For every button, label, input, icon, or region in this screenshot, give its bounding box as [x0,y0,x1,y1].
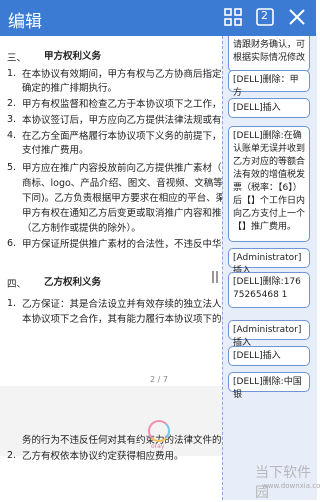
grid-icon[interactable] [222,6,244,28]
item-number: 1. [7,298,17,309]
doc-line: 在本协议有效期间，甲方有权与乙方协商后指定推 [22,69,232,80]
doc-line: 甲方有权在通知乙方后变更或取消推广内容和推广排期 [22,208,251,219]
close-icon[interactable] [286,6,308,28]
doc-line: 甲方应在推广内容投放前向乙方提供推广素材（包括 [22,163,241,174]
doc-line: 甲方有权监督和检查乙方于本协议项下之工作，并 [22,99,232,110]
page-count-label: 2 [261,9,268,22]
doc-line: 在乙方全面严格履行本协议项下义务的前提下，甲方 [22,131,241,142]
comment-card[interactable]: [DELL]插入 [228,346,310,366]
comment-card[interactable]: [DELL]插入 [228,98,310,118]
comment-text: [DELL]删除：甲方 [233,75,299,98]
section-heading: 甲方权利义务 [44,51,102,62]
spinner-label: oray [151,443,165,450]
panel-drag-handle[interactable] [212,268,218,283]
section-number: 三、 [7,53,27,64]
doc-line: 确定的推广排期执行。 [22,83,118,94]
doc-line: 乙方保证：其是合法设立并有效存续的独立法人，有 [22,299,241,310]
doc-line: 下同)。乙方负责根据甲方要求在相应的平台、渠道、 [22,193,245,204]
doc-line: 甲方保证所提供推广素材的合法性，不违反中华人民 [22,239,241,250]
section-number: 四、 [7,279,27,290]
comment-card[interactable]: [DELL]删除:中国银 [228,372,310,400]
item-number: 2. [7,98,17,109]
comment-card[interactable]: [DELL]删除：甲方 [228,70,310,98]
comment-card[interactable]: 请跟财务确认，可根据实际情况修改 [228,36,310,72]
page-title: 编辑 [8,12,42,32]
item-number: 5. [7,162,17,173]
item-number: 1. [7,68,17,79]
comment-card[interactable]: [Administrator]插入 [228,320,310,348]
item-number: 3. [7,114,17,125]
watermark-url: www.downxia.com [262,482,320,490]
comment-text: [DELL]插入 [233,351,281,361]
loading-spinner-icon [148,420,170,442]
comment-text: [DELL]删除:在确认账单无误并收到乙方对应的等额合法有效的增值税发票（税率：… [233,131,306,232]
doc-line: 本协议签订后，甲方应向乙方提供法律法规或有关部 [22,115,241,126]
comment-card[interactable]: [DELL]删除:在确认账单无误并收到乙方对应的等额合法有效的增值税发票（税率：… [228,126,310,242]
comment-text: 请跟财务确认，可根据实际情况修改 [233,40,306,63]
item-number: 2. [7,450,17,461]
doc-line: 支付推广费用。 [22,145,89,156]
section-heading: 乙方权利义务 [44,277,102,288]
doc-line: 务的行为不违反任何对其有约束力的法律文件的规制 [22,435,241,446]
comment-card[interactable]: [Administrator]插入 [228,248,310,276]
item-number: 6. [7,238,17,249]
comment-text: [DELL]删除:17675265468 1 [233,277,301,300]
doc-line: 乙方有权依本协议约定获得相应费用。 [22,451,184,462]
doc-line: 本协议项下之合作，其有能力履行本协议项下的 [22,314,222,325]
top-bar: 编辑 2 [0,0,316,36]
page-count-button[interactable]: 2 [254,6,276,28]
comment-text: [DELL]插入 [233,103,281,113]
comment-text: [DELL]删除:中国银 [233,377,302,400]
item-number: 4. [7,130,17,141]
comment-card[interactable]: [DELL]删除:17675265468 1 [228,272,310,308]
page-indicator: 2 / 7 [150,375,168,384]
doc-line: （乙方制作或提供的除外）。 [22,223,141,234]
doc-line: 商标、logo、产品介绍、图文、音视频、文稿等，具体 [22,178,252,189]
